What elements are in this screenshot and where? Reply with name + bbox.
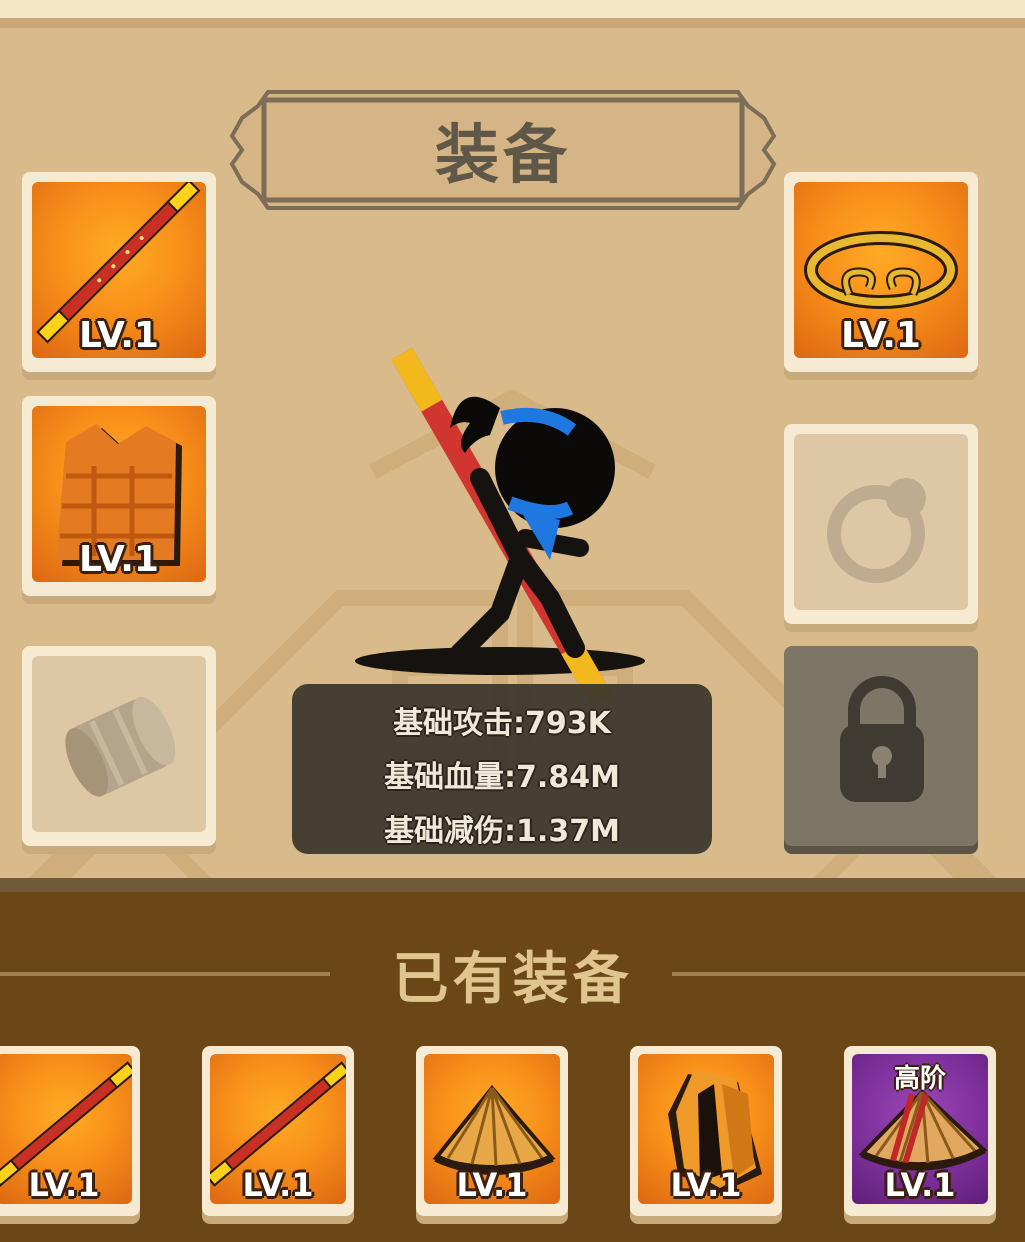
stats-panel: 基础攻击:793K 基础血量:7.84M 基础减伤:1.37M <box>292 684 712 854</box>
owned-item-level: LV.1 <box>884 1166 956 1204</box>
owned-item[interactable]: LV.1 <box>202 1046 354 1216</box>
slot-ring[interactable] <box>784 424 978 624</box>
slot-weapon[interactable]: LV.1 <box>22 172 216 372</box>
equipment-title-banner: 装备 <box>228 88 778 212</box>
slot-bracer-frame <box>32 656 206 832</box>
equipment-panel: 装备 LV.1 LV.1 LV.1 基础攻击:793K 基础血量:7.84M 基… <box>0 28 1025 878</box>
stat-attack: 基础攻击:793K <box>393 706 611 741</box>
slot-armor-frame: LV.1 <box>32 406 206 582</box>
owned-item-level: LV.1 <box>670 1166 742 1204</box>
slot-level: LV.1 <box>841 315 921 356</box>
ring-icon <box>827 478 926 583</box>
owned-equipment-title: 已有装备 <box>392 947 633 1012</box>
stat-health: 基础血量:7.84M <box>384 760 620 795</box>
owned-item[interactable]: LV.1 <box>416 1046 568 1216</box>
slot-locked[interactable] <box>784 646 978 846</box>
owned-item-level: LV.1 <box>456 1166 528 1204</box>
owned-item[interactable]: LV.1 <box>630 1046 782 1216</box>
top-bar <box>0 0 1025 18</box>
owned-item-frame: LV.1 <box>424 1054 560 1204</box>
owned-item-level: LV.1 <box>28 1166 100 1204</box>
owned-item-frame: 高阶 LV.1 <box>852 1054 988 1204</box>
panel-divider <box>0 878 1025 892</box>
slot-level: LV.1 <box>79 315 159 356</box>
lock-icon <box>840 676 924 802</box>
stat-damage-reduction: 基础减伤:1.37M <box>384 814 620 849</box>
owned-equipment-panel: 已有装备 LV.1 LV.1 LV.1 LV.1 高阶 LV.1 <box>0 892 1025 1242</box>
top-bar-shadow <box>0 18 1025 28</box>
owned-item[interactable]: LV.1 <box>0 1046 140 1216</box>
owned-item-frame: LV.1 <box>638 1054 774 1204</box>
owned-item-frame: LV.1 <box>210 1054 346 1204</box>
bracer-icon <box>65 696 176 797</box>
slot-bracer[interactable] <box>22 646 216 846</box>
stickman-character <box>355 347 645 707</box>
page-title: 装备 <box>435 119 571 193</box>
slot-headband-frame: LV.1 <box>794 182 968 358</box>
slot-weapon-frame: LV.1 <box>32 182 206 358</box>
slot-ring-frame <box>794 434 968 610</box>
slot-level: LV.1 <box>79 539 159 580</box>
owned-item-level: LV.1 <box>242 1166 314 1204</box>
slot-headband[interactable]: LV.1 <box>784 172 978 372</box>
slot-armor[interactable]: LV.1 <box>22 396 216 596</box>
owned-item-tier-badge: 高阶 <box>893 1064 946 1094</box>
owned-item-frame: LV.1 <box>0 1054 132 1204</box>
owned-item-advanced[interactable]: 高阶 LV.1 <box>844 1046 996 1216</box>
